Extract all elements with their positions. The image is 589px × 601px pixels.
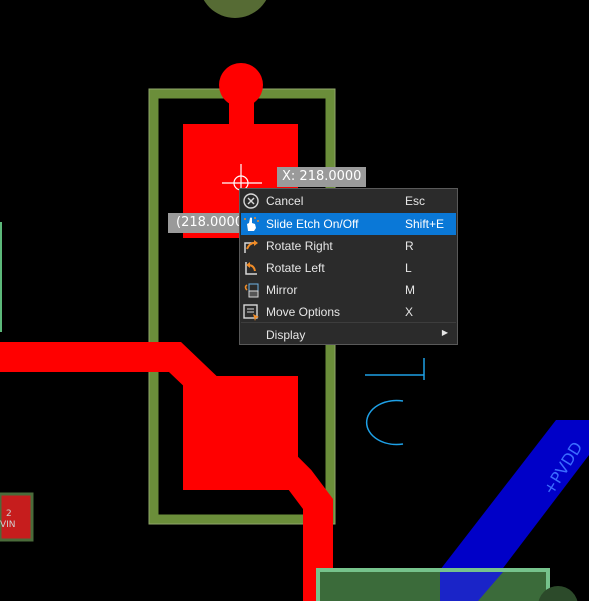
etch-pad-bottom[interactable]	[183, 376, 298, 490]
rotate-left-icon	[245, 262, 257, 275]
move-options-icon	[243, 304, 259, 321]
menu-item-shortcut: Esc	[405, 194, 426, 208]
menu-separator	[241, 322, 456, 323]
pad-left-vin[interactable]	[0, 492, 34, 542]
slide-hand-icon	[244, 217, 259, 231]
menu-item-label: Cancel	[266, 194, 304, 208]
rotate-right-icon	[244, 240, 258, 253]
menu-item-shortcut: R	[405, 239, 414, 253]
etch-neck[interactable]	[229, 85, 254, 127]
menu-item-label: Move Options	[266, 305, 341, 319]
menu-item-shortcut: Shift+E	[405, 217, 445, 231]
x-coordinate-readout: X: 218.0000	[277, 167, 367, 187]
menu-item-label: Mirror	[266, 283, 298, 297]
menu-item-label: Rotate Left	[266, 261, 325, 275]
menu-item-label: Slide Etch On/Off	[266, 217, 359, 231]
cancel-circle-icon	[243, 193, 259, 209]
submenu-arrow-icon: ▶	[441, 328, 448, 337]
mirror-icon	[244, 283, 259, 298]
pad-label-net: VIN	[0, 520, 16, 530]
menu-item-display[interactable]: Display ▶	[241, 324, 456, 345]
menu-item-mirror[interactable]: Mirror M	[241, 279, 456, 301]
menu-item-shortcut: L	[405, 261, 412, 275]
menu-item-shortcut: M	[405, 283, 415, 297]
menu-item-label: Rotate Right	[266, 239, 333, 253]
menu-item-slide-etch[interactable]: Slide Etch On/Off Shift+E	[241, 213, 456, 235]
context-menu: Cancel Esc Slide Etch On/Off Shift+E Rot…	[239, 188, 458, 345]
menu-item-move-options[interactable]: Move Options X	[241, 301, 456, 323]
edge-outline	[0, 222, 2, 332]
component-ref-c1	[365, 358, 425, 446]
pad-bottom-right[interactable]	[316, 568, 550, 601]
pad-label-number: 2	[6, 509, 12, 519]
menu-item-shortcut: X	[405, 305, 414, 319]
menu-item-rotate-right[interactable]: Rotate Right R	[241, 235, 456, 257]
menu-item-rotate-left[interactable]: Rotate Left L	[241, 257, 456, 279]
via-top[interactable]	[199, 0, 271, 18]
menu-item-label: Display	[266, 328, 306, 342]
menu-item-cancel[interactable]: Cancel Esc	[241, 190, 456, 212]
